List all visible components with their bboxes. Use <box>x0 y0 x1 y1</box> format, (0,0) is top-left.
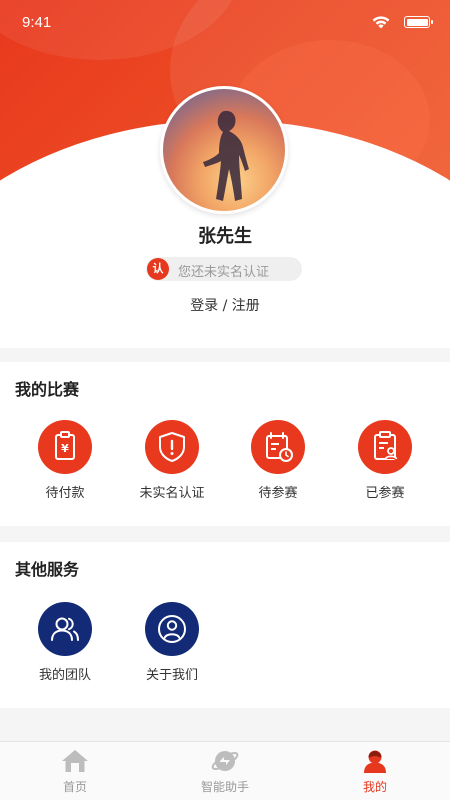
svg-text:¥: ¥ <box>61 442 69 455</box>
home-icon <box>62 750 88 772</box>
section-title: 其他服务 <box>15 560 80 579</box>
payment-tag-icon: ¥ <box>55 431 75 460</box>
service-about-us[interactable]: 关于我们 <box>116 602 228 683</box>
match-item-label: 未实名认证 <box>139 486 205 501</box>
tab-home[interactable]: 首页 <box>0 742 150 800</box>
match-item-label: 已参赛 <box>365 486 405 501</box>
verify-badge: 认 <box>147 258 169 280</box>
tab-assistant[interactable]: 智能助手 <box>150 742 300 800</box>
match-upcoming[interactable]: 待参赛 <box>222 420 334 501</box>
wifi-icon <box>372 16 390 29</box>
tab-mine[interactable]: 我的 <box>300 742 450 800</box>
calendar-clock-icon <box>266 432 293 462</box>
match-item-label: 待参赛 <box>258 486 298 501</box>
team-icon <box>51 617 79 641</box>
service-item-label: 关于我们 <box>145 668 198 683</box>
tab-label: 首页 <box>62 780 87 794</box>
profile-icon <box>364 750 386 773</box>
service-item-label: 我的团队 <box>38 668 91 683</box>
section-title: 我的比赛 <box>15 380 80 399</box>
bottom-tab-bar: 首页 智能助手 我的 <box>0 741 450 800</box>
login-register-link[interactable]: 登录 / 注册 <box>0 295 450 315</box>
verify-status-text: 您还未实名认证 <box>178 265 270 280</box>
user-name: 张先生 <box>198 226 252 247</box>
shield-alert-icon <box>159 432 185 462</box>
tab-label: 智能助手 <box>200 780 249 794</box>
match-pending-payment[interactable]: ¥ 待付款 <box>9 420 121 501</box>
service-my-team[interactable]: 我的团队 <box>9 602 121 683</box>
assistant-icon <box>211 751 239 771</box>
status-bar: 9:41 <box>0 0 450 44</box>
my-matches-section: 我的比赛 ¥ 待付款 未实名认证 待参赛 已参赛 <box>0 362 450 526</box>
content-bottom-spacer <box>0 708 450 742</box>
identity-verification-pill[interactable]: 认 您还未实名认证 <box>146 257 302 281</box>
avatar[interactable] <box>160 86 288 214</box>
avatar-runner-silhouette <box>203 110 249 201</box>
match-participated[interactable]: 已参赛 <box>329 420 441 501</box>
match-item-label: 待付款 <box>45 486 85 501</box>
battery-icon <box>404 16 433 28</box>
other-services-section: 其他服务 我的团队 关于我们 <box>0 542 450 708</box>
about-us-icon <box>158 615 186 643</box>
tab-label: 我的 <box>362 780 387 794</box>
clipboard-person-icon <box>374 431 398 460</box>
status-time: 9:41 <box>22 14 52 31</box>
match-unverified[interactable]: 未实名认证 <box>116 420 228 501</box>
